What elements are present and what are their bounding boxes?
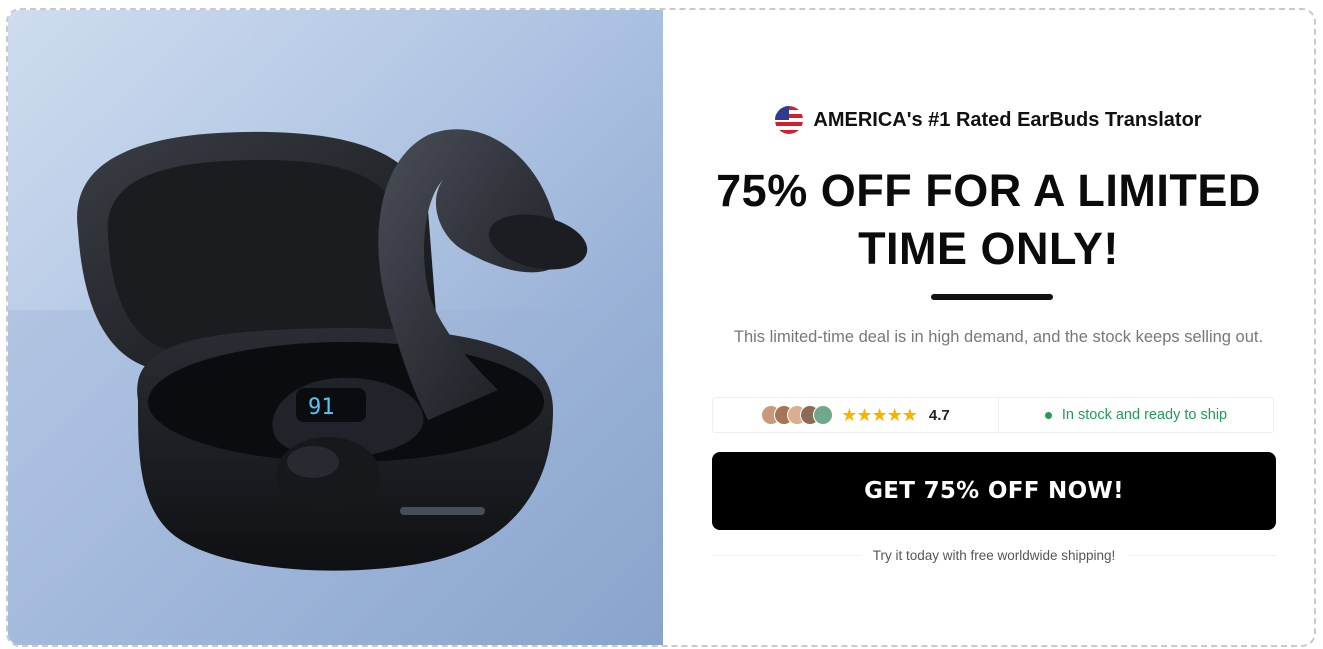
stock-status-text: In stock and ready to ship [1061,407,1228,423]
customer-avatars [761,405,834,425]
star-rating-icon: ★★★★★ [841,404,918,425]
promo-panel: AMERICA's #1 Rated EarBuds Translator 75… [663,10,1314,645]
us-flag-icon [775,106,804,134]
rating-block: ★★★★★ 4.7 [713,398,999,432]
divider-line [1129,555,1277,556]
tagline: AMERICA's #1 Rated EarBuds Translator [663,106,1314,134]
green-dot-icon [1044,411,1052,419]
divider [931,294,1053,300]
shipping-note: Try it today with free worldwide shippin… [712,548,1277,563]
headline: 75% OFF FOR A LIMITED TIME ONLY! [716,165,1261,274]
rating-value: 4.7 [928,406,950,424]
stock-status: In stock and ready to ship [999,407,1273,423]
divider-line [712,555,859,556]
shipping-note-text: Try it today with free worldwide shippin… [872,548,1116,563]
trust-bar: ★★★★★ 4.7 In stock and ready to ship [712,397,1274,433]
subtext: This limited-time deal is in high demand… [733,328,1264,346]
get-discount-button[interactable]: GET 75% OFF NOW! [712,452,1276,530]
svg-text:91: 91 [308,395,335,420]
promo-card: 91 AMERICA's #1 Rated EarBuds Translator… [6,8,1316,647]
tagline-text: AMERICA's #1 Rated EarBuds Translator [813,108,1202,131]
product-photo: 91 [8,10,663,645]
avatar [813,405,834,425]
